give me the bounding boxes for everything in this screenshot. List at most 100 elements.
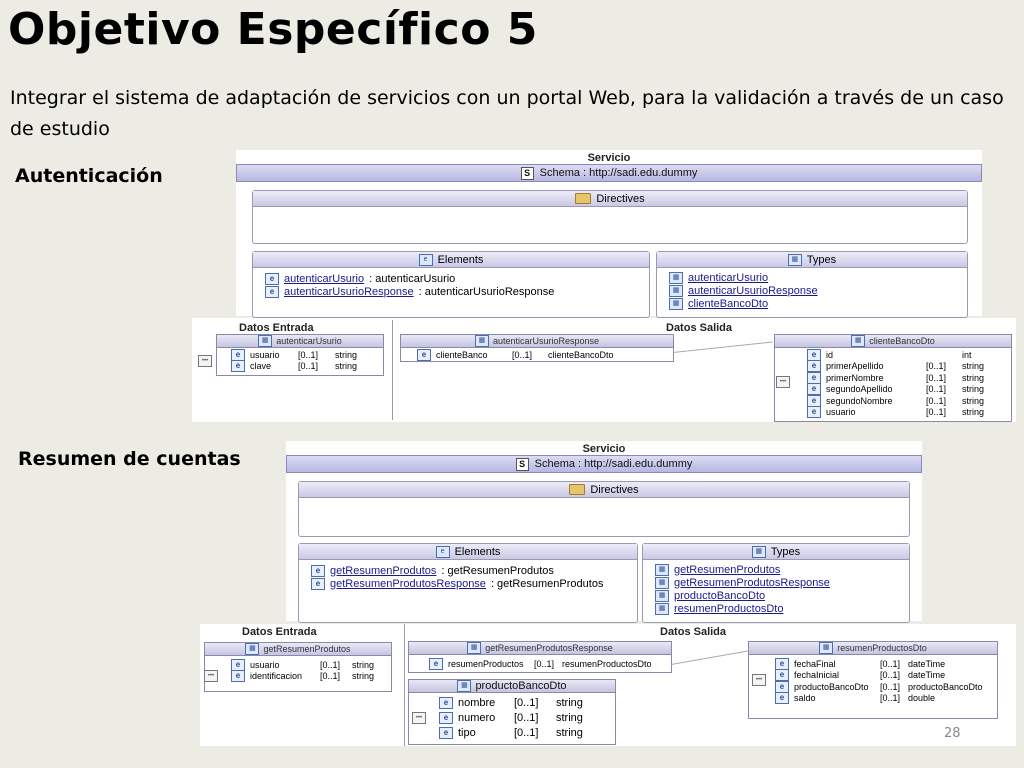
field-name: numero	[458, 711, 496, 724]
elements-icon: e	[435, 545, 450, 558]
element-row[interactable]: e autenticarUsurio: autenticarUsurio	[253, 272, 649, 285]
type-icon: ▦	[467, 642, 482, 654]
element-name[interactable]: autenticarUsurioResponse	[284, 286, 414, 298]
field-multiplicity: [0..1]	[926, 361, 947, 372]
field-row[interactable]: e id int	[807, 348, 1011, 361]
field-name: usuario	[250, 659, 280, 670]
type-name[interactable]: autenticarUsurioResponse	[688, 285, 818, 297]
field-row[interactable]: e clave [0..1] string	[231, 360, 383, 373]
producto-box[interactable]: ▦ productoBancoDto e nombre [0..1] string e nu…	[408, 679, 616, 745]
field-multiplicity: [0..1]	[926, 384, 947, 395]
response-box[interactable]: ▦ autenticarUsurioResponse e clienteBanco […	[400, 334, 674, 362]
element-icon: e	[265, 285, 279, 298]
element-row[interactable]: e getResumenProdutos: getResumenProdutos	[299, 564, 637, 577]
type-name[interactable]: resumenProductosDto	[674, 603, 783, 615]
type-icon: ▦	[819, 642, 834, 654]
field-row[interactable]: e tipo [0..1] string	[439, 725, 615, 740]
entrada-box[interactable]: ▦ autenticarUsurio e usuario [0..1] string e c…	[216, 334, 384, 376]
schema-bar[interactable]: S Schema : http://sadi.edu.dummy	[286, 455, 922, 473]
dto-box[interactable]: ▦ resumenProductosDto e fechaFinal [0..1] da…	[748, 641, 998, 719]
field-multiplicity: [0..1]	[880, 681, 901, 692]
directives-box[interactable]: Directives	[298, 481, 910, 537]
entrada-box[interactable]: ▦ getResumenProdutos e usuario [0..1] string…	[204, 642, 392, 692]
field-row[interactable]: e fechaInicial [0..1] dateTime	[775, 669, 997, 682]
response-box[interactable]: ▦ getResumenProdutosResponse e resumenProd…	[408, 641, 672, 673]
complex-type-icon: ▦	[669, 297, 683, 310]
types-box[interactable]: ▦ Types ▦ autenticarUsurio ▦ autenticarUsur…	[656, 251, 968, 318]
type-name[interactable]: productoBancoDto	[674, 590, 765, 602]
field-name: primerApellido	[826, 361, 884, 372]
field-row[interactable]: e usuario [0..1] string	[231, 658, 391, 671]
field-row[interactable]: e numero [0..1] string	[439, 710, 615, 725]
elements-box[interactable]: e Elements e autenticarUsurio: autenticar…	[252, 251, 650, 318]
field-multiplicity: [0..1]	[320, 659, 341, 670]
dto-box[interactable]: ▦ clienteBancoDto e id int e primerApellido [0…	[774, 334, 1012, 422]
schema-label: Schema : http://sadi.edu.dummy	[534, 458, 693, 470]
type-row[interactable]: ▦ productoBancoDto	[643, 589, 909, 602]
element-icon: e	[807, 348, 821, 361]
type-name[interactable]: getResumenProdutosResponse	[674, 577, 830, 589]
elements-label: Elements	[454, 545, 501, 558]
field-row[interactable]: e clienteBanco [0..1] clienteBancoDto	[417, 348, 673, 361]
element-name[interactable]: getResumenProdutosResponse	[330, 578, 486, 590]
type-row[interactable]: ▦ clienteBancoDto	[657, 297, 967, 310]
datos-entrada-label: Datos Entrada	[242, 626, 317, 638]
field-row[interactable]: e productoBancoDto [0..1] productoBancoDto	[775, 680, 997, 693]
type-icon: ▦	[457, 680, 472, 692]
schema-icon: S	[515, 457, 529, 471]
field-row[interactable]: e usuario [0..1] string	[807, 406, 1011, 419]
element-type: : getResumenProdutos	[441, 564, 554, 577]
producto-title: productoBancoDto	[475, 680, 567, 692]
section-label-autenticacion: Autenticación	[15, 165, 163, 187]
slide-subtitle: Integrar el sistema de adaptación de ser…	[10, 87, 1004, 140]
type-name[interactable]: autenticarUsurio	[688, 272, 768, 284]
type-row[interactable]: ▦ autenticarUsurio	[657, 271, 967, 284]
field-multiplicity: [0..1]	[880, 693, 901, 704]
divider	[404, 624, 405, 746]
field-type: clienteBancoDto	[548, 349, 614, 360]
field-row[interactable]: e segundoApellido [0..1] string	[807, 383, 1011, 396]
field-type: string	[962, 372, 985, 383]
field-name: id	[826, 349, 834, 360]
schema-bar[interactable]: S Schema : http://sadi.edu.dummy	[236, 164, 982, 182]
field-row[interactable]: e primerApellido [0..1] string	[807, 360, 1011, 373]
field-row[interactable]: e usuario [0..1] string	[231, 348, 383, 361]
complex-type-icon: ▦	[655, 576, 669, 589]
field-row[interactable]: e primerNombre [0..1] string	[807, 371, 1011, 384]
elements-box[interactable]: e Elements e getResumenProdutos: getResum…	[298, 543, 638, 623]
field-row[interactable]: e resumenProductos [0..1] resumenProductosD…	[429, 657, 671, 670]
auth-data-strip: Datos Entrada Datos Salida ▦ autenticarUs…	[192, 318, 1016, 422]
dto-title: clienteBancoDto	[869, 336, 935, 346]
element-name[interactable]: autenticarUsurio	[284, 273, 364, 285]
datos-salida-label: Datos Salida	[660, 626, 727, 638]
type-name[interactable]: getResumenProdutos	[674, 564, 780, 576]
element-row[interactable]: e getResumenProdutosResponse: getResumenP…	[299, 577, 637, 590]
types-box[interactable]: ▦ Types ▦ getResumenProdutos ▦ getResumenPr…	[642, 543, 910, 623]
element-icon: e	[775, 692, 789, 705]
field-name: primerNombre	[826, 372, 884, 383]
type-row[interactable]: ▦ autenticarUsurioResponse	[657, 284, 967, 297]
type-row[interactable]: ▦ resumenProductosDto	[643, 602, 909, 615]
directives-box[interactable]: Directives	[252, 190, 968, 244]
type-name[interactable]: clienteBancoDto	[688, 298, 768, 310]
type-icon: ▦	[258, 335, 273, 347]
element-icon: e	[807, 406, 821, 419]
element-row[interactable]: e autenticarUsurioResponse: autenticarUsu…	[253, 285, 649, 298]
element-name[interactable]: getResumenProdutos	[330, 565, 436, 577]
folder-icon	[569, 484, 586, 495]
folder-icon	[575, 193, 592, 204]
field-row[interactable]: e identificacion [0..1] string	[231, 670, 391, 683]
field-multiplicity: [0..1]	[926, 372, 947, 383]
connector-line	[672, 341, 773, 353]
field-multiplicity: [0..1]	[880, 658, 901, 669]
field-row[interactable]: e segundoNombre [0..1] string	[807, 394, 1011, 407]
field-name: clienteBanco	[436, 349, 488, 360]
type-row[interactable]: ▦ getResumenProdutos	[643, 563, 909, 576]
field-name: identificacion	[250, 671, 303, 682]
field-multiplicity: [0..1]	[534, 658, 555, 669]
type-row[interactable]: ▦ getResumenProdutosResponse	[643, 576, 909, 589]
field-row[interactable]: e fechaFinal [0..1] dateTime	[775, 657, 997, 670]
field-row[interactable]: e saldo [0..1] double	[775, 692, 997, 705]
directives-label: Directives	[590, 483, 639, 496]
field-row[interactable]: e nombre [0..1] string	[439, 695, 615, 710]
